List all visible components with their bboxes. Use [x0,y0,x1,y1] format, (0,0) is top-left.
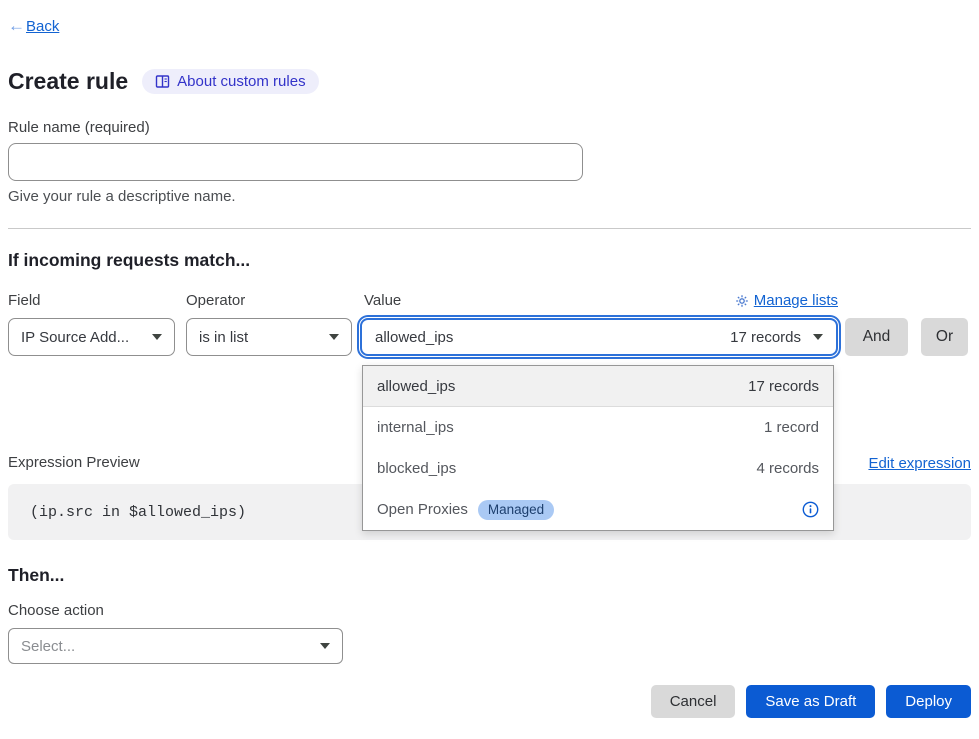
list-item-name: blocked_ips [377,460,456,477]
list-item-name: allowed_ips [377,378,455,395]
rule-name-helper: Give your rule a descriptive name. [8,187,971,206]
create-rule-page: ←Back Create rule About custom rules Rul… [0,0,979,739]
edit-expression-link[interactable]: Edit expression [868,455,971,472]
list-item-open-proxies[interactable]: Open Proxies Managed [363,489,833,530]
list-item-records: 4 records [756,460,819,477]
operator-label: Operator [186,291,360,310]
match-heading: If incoming requests match... [8,250,971,271]
back-arrow-icon: ← [8,16,25,36]
condition-labels-row: Field Operator Value Manage lists [8,291,971,310]
then-heading: Then... [8,565,971,586]
list-item-name: internal_ips [377,419,454,436]
chevron-down-icon [152,334,162,340]
back-row: ←Back [8,16,971,37]
list-item-records: 17 records [748,378,819,395]
cancel-button[interactable]: Cancel [651,685,736,718]
expression-preview-label: Expression Preview [8,453,140,472]
deploy-button[interactable]: Deploy [886,685,971,718]
value-select-records: 17 records [730,329,801,346]
operator-select[interactable]: is in list [186,318,352,356]
about-pill-label: About custom rules [177,73,305,90]
field-select[interactable]: IP Source Add... [8,318,175,356]
info-icon[interactable] [802,501,819,518]
save-as-draft-button[interactable]: Save as Draft [746,685,875,718]
title-row: Create rule About custom rules [8,67,971,95]
manage-lists-link[interactable]: Manage lists [735,291,838,310]
manage-lists-label: Manage lists [754,291,838,310]
about-custom-rules-link[interactable]: About custom rules [142,69,318,94]
value-select-wrap: allowed_ips 17 records allowed_ips 17 re… [360,318,838,356]
rule-name-input[interactable] [8,143,583,181]
list-item-blocked-ips[interactable]: blocked_ips 4 records [363,448,833,489]
list-item-internal-ips[interactable]: internal_ips 1 record [363,407,833,448]
chevron-down-icon [813,334,823,340]
value-select-value: allowed_ips [375,329,453,346]
footer-actions: Cancel Save as Draft Deploy [8,685,971,718]
lists-dropdown-panel: allowed_ips 17 records internal_ips 1 re… [362,365,834,531]
section-divider [8,228,971,229]
expression-code: (ip.src in $allowed_ips) [30,504,246,521]
chevron-down-icon [320,643,330,649]
field-select-value: IP Source Add... [21,329,129,346]
action-select[interactable]: Select... [8,628,343,664]
field-label: Field [8,291,186,310]
operator-select-value: is in list [199,329,248,346]
chevron-down-icon [329,334,339,340]
list-item-name: Open Proxies [377,501,468,518]
condition-row: IP Source Add... is in list allowed_ips … [8,318,971,356]
list-item-records: 1 record [764,419,819,436]
and-button[interactable]: And [845,318,908,356]
book-icon [155,74,170,89]
page-title: Create rule [8,67,128,95]
back-link[interactable]: Back [26,18,59,35]
list-item-allowed-ips[interactable]: allowed_ips 17 records [363,366,833,407]
or-button[interactable]: Or [921,318,968,356]
gear-icon [735,294,749,308]
managed-badge: Managed [478,500,554,520]
action-select-placeholder: Select... [21,638,75,655]
rule-name-label: Rule name (required) [8,118,971,137]
value-select[interactable]: allowed_ips 17 records [360,318,838,356]
choose-action-label: Choose action [8,601,971,620]
value-label: Value [364,291,401,310]
